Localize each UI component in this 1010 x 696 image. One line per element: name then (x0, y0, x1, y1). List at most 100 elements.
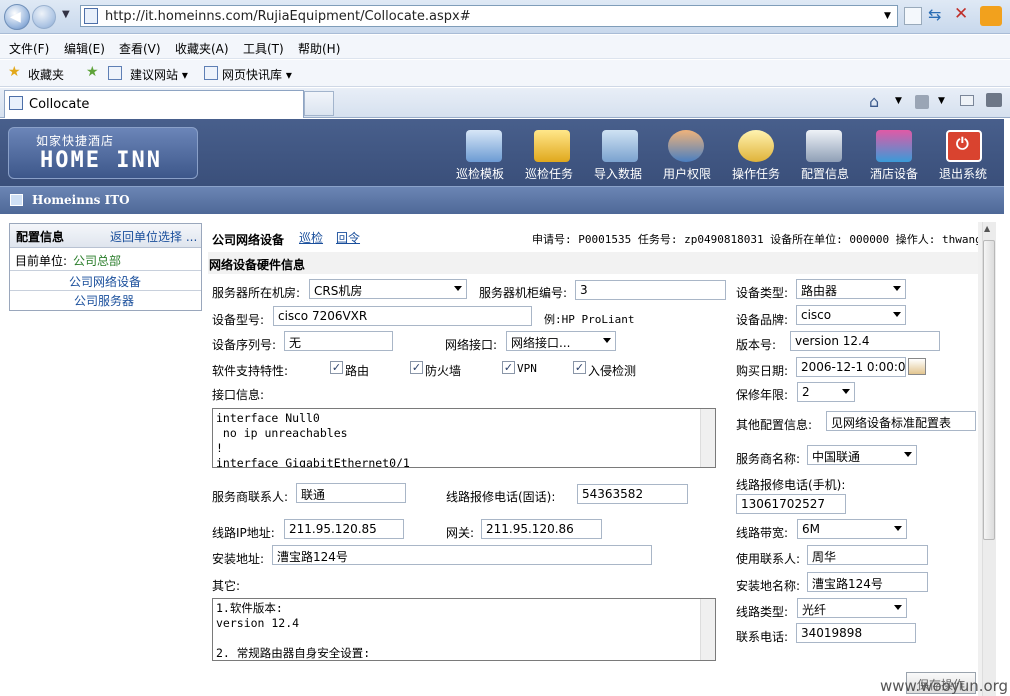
iface-textarea[interactable]: interface Null0 no ip unreachables ! int… (212, 408, 716, 468)
bandwidth-value: 6M (802, 522, 820, 536)
buydate-input[interactable]: 2006-12-1 0:00:00 (796, 357, 906, 377)
site-name-input[interactable]: 漕宝路124号 (807, 572, 928, 592)
other-textarea-scrollbar[interactable] (700, 599, 715, 660)
chevron-down-icon (894, 605, 902, 610)
inspection-link[interactable]: 巡检 (299, 229, 323, 246)
room-label: 服务器所在机房: (212, 286, 301, 300)
feature-ids-checkbox[interactable]: ✓ (573, 361, 586, 374)
address-input[interactable]: 漕宝路124号 (272, 545, 652, 565)
new-tab-button[interactable] (304, 91, 334, 116)
otherconf-input[interactable]: 见网络设备标准配置表 (826, 411, 976, 431)
url-field[interactable]: http://it.homeinns.com/RujiaEquipment/Co… (80, 5, 898, 27)
phone-input[interactable]: 34019898 (796, 623, 916, 643)
add-favorite-icon[interactable]: ★ (86, 64, 99, 80)
fav-link-suggested[interactable]: 建议网站 ▾ (130, 66, 188, 83)
isp-select[interactable]: 中国联通 (807, 445, 917, 465)
chevron-down-icon[interactable]: ▼ (62, 9, 70, 20)
sidebar-item-network-device[interactable]: 公司网络设备 (69, 273, 141, 290)
menu-help[interactable]: 帮助(H) (298, 40, 340, 57)
iface-textarea-scrollbar[interactable] (700, 409, 715, 467)
reply-link[interactable]: 回令 (336, 229, 360, 246)
power-icon: ⏻ (956, 134, 969, 153)
isp-contact-label: 服务商联系人: (212, 490, 289, 504)
bandwidth-select[interactable]: 6M (797, 519, 907, 539)
menu-edit[interactable]: 编辑(E) (64, 40, 105, 57)
netif-select[interactable]: 网络接口... (506, 331, 616, 351)
hotel-device-icon[interactable] (876, 130, 912, 162)
print-icon[interactable] (986, 93, 1002, 107)
refresh-icon[interactable]: ⇆ (928, 5, 941, 24)
model-input[interactable]: cisco 7206VXR (273, 306, 532, 326)
mail-icon[interactable] (960, 95, 974, 106)
rss-icon[interactable] (915, 95, 929, 109)
nav-user-permission[interactable]: 用户权限 (652, 165, 722, 182)
brand-label: 设备品牌: (736, 313, 789, 327)
room-select[interactable]: CRS机房 (309, 279, 467, 299)
compat-view-icon[interactable] (904, 7, 922, 25)
software-label: 软件支持特性: (212, 364, 289, 378)
chevron-down-icon (842, 389, 850, 394)
brand-select[interactable]: cisco (796, 305, 906, 325)
netif-value: 网络接口... (511, 336, 571, 350)
inspection-task-icon[interactable] (534, 130, 570, 162)
fav-link-webslice[interactable]: 网页快讯库 ▾ (222, 66, 292, 83)
current-unit-label: 目前单位: (15, 254, 68, 268)
inspection-template-icon[interactable] (466, 130, 502, 162)
stop-icon[interactable]: ✕ (954, 4, 968, 24)
cabinet-input[interactable]: 3 (575, 280, 726, 300)
chevron-down-icon[interactable]: ▼ (938, 96, 945, 106)
line-phone-input[interactable]: 54363582 (577, 484, 688, 504)
favorites-button[interactable]: 收藏夹 (28, 66, 64, 83)
user-permission-icon[interactable] (668, 130, 704, 162)
chevron-down-icon (904, 452, 912, 457)
feature-vpn-checkbox[interactable]: ✓ (502, 361, 515, 374)
nav-config-info[interactable]: 配置信息 (790, 165, 860, 182)
linetype-label: 线路类型: (736, 605, 789, 619)
calendar-icon[interactable] (908, 358, 926, 375)
nav-logout[interactable]: 退出系统 (928, 165, 998, 182)
isp-contact-input[interactable]: 联通 (296, 483, 406, 503)
nav-operation-task[interactable]: 操作任务 (721, 165, 791, 182)
page-icon (108, 66, 122, 80)
feature-routing-checkbox[interactable]: ✓ (330, 361, 343, 374)
import-data-icon[interactable] (602, 130, 638, 162)
ip-input[interactable]: 211.95.120.85 (284, 519, 404, 539)
tab-collocate[interactable]: Collocate (4, 90, 304, 118)
menu-view[interactable]: 查看(V) (119, 40, 161, 57)
nav-hotel-device[interactable]: 酒店设备 (859, 165, 929, 182)
forward-button[interactable] (32, 5, 56, 29)
otherconf-label: 其他配置信息: (736, 418, 813, 432)
mobile-input[interactable]: 13061702527 (736, 494, 846, 514)
nav-inspection-task[interactable]: 巡检任务 (514, 165, 584, 182)
nav-inspection-template[interactable]: 巡检模板 (445, 165, 515, 182)
feature-firewall-checkbox[interactable]: ✓ (410, 361, 423, 374)
other-label: 其它: (212, 579, 241, 593)
serial-input[interactable]: 无 (284, 331, 393, 351)
home-icon[interactable]: ⌂ (869, 92, 879, 111)
search-provider-icon[interactable] (980, 6, 1002, 26)
linetype-select[interactable]: 光纤 (797, 598, 907, 618)
version-input[interactable]: version 12.4 (790, 331, 940, 351)
menu-favorites[interactable]: 收藏夹(A) (175, 40, 229, 57)
tab-title: Collocate (29, 97, 90, 112)
sidebar-item-server[interactable]: 公司服务器 (74, 292, 134, 309)
scrollbar-thumb[interactable] (983, 240, 995, 540)
iface-label: 接口信息: (212, 388, 265, 402)
user-contact-input[interactable]: 周华 (807, 545, 928, 565)
operation-task-icon[interactable] (738, 130, 774, 162)
model-hint: 例:HP ProLiant (544, 313, 635, 326)
nav-import-data[interactable]: 导入数据 (583, 165, 653, 182)
config-info-icon[interactable] (806, 130, 842, 162)
star-icon: ★ (8, 64, 21, 80)
chevron-down-icon[interactable]: ▼ (895, 96, 902, 106)
menu-tools[interactable]: 工具(T) (243, 40, 284, 57)
gateway-input[interactable]: 211.95.120.86 (481, 519, 602, 539)
warranty-select[interactable]: 2 (797, 382, 855, 402)
url-dropdown-icon[interactable]: ▼ (884, 11, 891, 21)
other-textarea[interactable]: 1.软件版本: version 12.4 2. 常规路由器自身安全设置: (212, 598, 716, 661)
isp-label: 服务商名称: (736, 452, 801, 466)
devtype-select[interactable]: 路由器 (796, 279, 906, 299)
scroll-up-icon[interactable]: ▲ (984, 224, 990, 233)
back-to-unit-link[interactable]: 返回单位选择 ... (110, 228, 197, 245)
menu-file[interactable]: 文件(F) (9, 40, 49, 57)
